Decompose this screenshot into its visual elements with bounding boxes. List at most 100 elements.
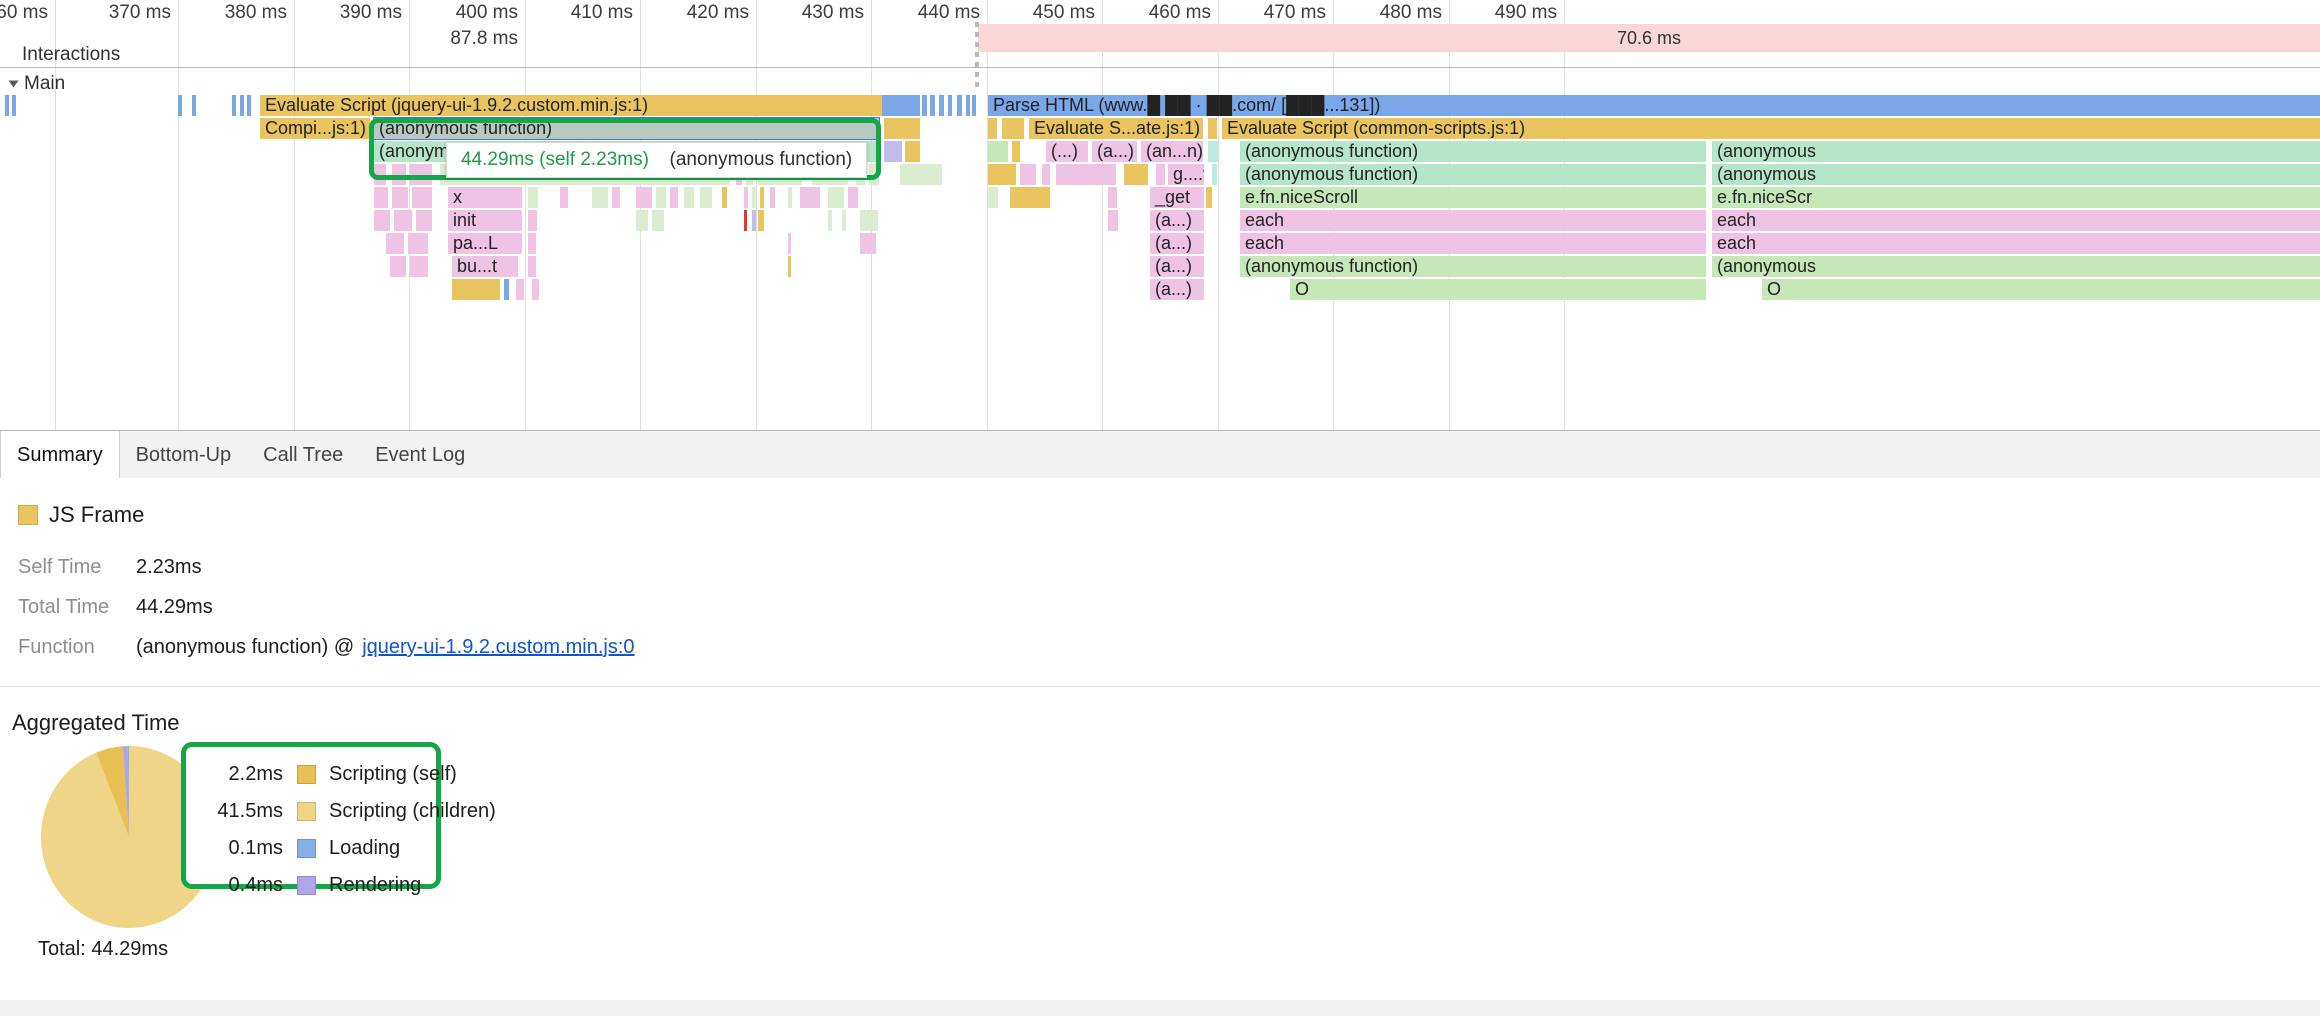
timeline-flamechart[interactable]: 360 ms 370 ms 380 ms 390 ms 400 ms 410 ms 420 …	[0, 0, 2320, 430]
chevron-down-icon[interactable]	[8, 80, 19, 88]
flame-bar[interactable]: (anonymous function)	[373, 117, 880, 140]
flame-bar[interactable]: Evaluate S...ate.js:1)	[1029, 118, 1203, 139]
flame-bar-sliver[interactable]	[392, 187, 408, 208]
flame-bar[interactable]: pa...L	[448, 233, 522, 254]
flame-bar-sliver[interactable]	[516, 279, 524, 300]
flame-bar-sliver[interactable]	[612, 187, 620, 208]
flame-bar-sliver[interactable]	[930, 95, 935, 116]
flame-bar-sliver[interactable]	[770, 187, 775, 208]
flame-bar-sliver[interactable]	[884, 141, 902, 162]
flame-bar-sliver[interactable]	[412, 187, 432, 208]
flame-bar[interactable]: (a...)	[1150, 256, 1204, 277]
flame-bar-sliver[interactable]	[247, 95, 251, 116]
flame-bar[interactable]: (a...)	[1150, 210, 1204, 231]
main-track-header[interactable]: Main	[8, 73, 65, 95]
flame-bar[interactable]: (anonymous function)	[1240, 256, 1706, 277]
flame-bar[interactable]: O	[1290, 279, 1706, 300]
flame-bar-sliver[interactable]	[905, 141, 920, 162]
flame-bar-sliver[interactable]	[842, 210, 846, 231]
flame-chart-rows[interactable]: Evaluate Script (jquery-ui-1.9.2.custom.…	[0, 95, 2320, 383]
flame-bar-sliver[interactable]	[416, 210, 432, 231]
flame-bar[interactable]: _get	[1150, 187, 1204, 208]
flame-bar-sliver[interactable]	[1208, 141, 1218, 162]
tab-summary[interactable]: Summary	[0, 431, 120, 480]
flame-bar-sliver[interactable]	[232, 95, 236, 116]
flame-bar-sliver[interactable]	[922, 95, 927, 116]
flame-bar[interactable]: (...)	[1046, 141, 1088, 162]
flame-bar[interactable]: (anonymous	[1712, 141, 2320, 162]
flame-bar[interactable]: (anonymous function)	[1240, 164, 1706, 185]
flame-bar-sliver[interactable]	[1108, 210, 1118, 231]
flame-bar-sliver[interactable]	[752, 210, 756, 231]
flame-bar-sliver[interactable]	[988, 187, 998, 208]
tab-event-log[interactable]: Event Log	[359, 431, 481, 479]
flame-bar[interactable]: each	[1240, 233, 1706, 254]
flame-bar[interactable]: (anonymous	[1712, 164, 2320, 185]
flame-bar-sliver[interactable]	[957, 95, 962, 116]
flame-bar-sliver[interactable]	[788, 233, 791, 254]
flame-bar-sliver[interactable]	[452, 279, 500, 300]
flame-bar-sliver[interactable]	[374, 210, 390, 231]
flame-bar-sliver[interactable]	[5, 95, 9, 116]
flame-bar-sliver[interactable]	[560, 187, 568, 208]
flame-bar-sliver[interactable]	[988, 164, 1016, 185]
flame-bar[interactable]: (a...)	[1092, 141, 1137, 162]
flame-bar[interactable]: Parse HTML (www.█ ██ · ██.com/ [███...13…	[988, 95, 2320, 116]
flame-bar-sliver[interactable]	[744, 187, 748, 208]
flame-bar[interactable]: O	[1762, 279, 2320, 300]
flame-bar[interactable]: g....ts	[1168, 164, 1204, 185]
flame-bar-sliver[interactable]	[410, 164, 432, 185]
flame-bar-sliver[interactable]	[528, 187, 538, 208]
flame-bar-sliver[interactable]	[532, 279, 539, 300]
flame-bar-sliver[interactable]	[988, 118, 997, 139]
flame-bar-sliver[interactable]	[636, 187, 652, 208]
flame-bar-sliver[interactable]	[848, 187, 858, 208]
flame-bar[interactable]: (an...n)	[1141, 141, 1203, 162]
flame-bar-sliver[interactable]	[12, 95, 16, 116]
flame-bar[interactable]: (a...)	[1150, 279, 1204, 300]
flame-bar[interactable]: Evaluate Script (common-scripts.js:1)	[1222, 118, 2320, 139]
flame-bar-sliver[interactable]	[394, 210, 412, 231]
flame-bar-sliver[interactable]	[240, 95, 244, 116]
flame-bar[interactable]: bu...t	[452, 256, 518, 277]
flame-bar[interactable]: (a...)	[1150, 233, 1204, 254]
flame-bar-sliver[interactable]	[504, 279, 509, 300]
flame-bar[interactable]: e.fn.niceScr	[1712, 187, 2320, 208]
flame-bar-sliver[interactable]	[1156, 164, 1165, 185]
flame-bar-sliver[interactable]	[374, 187, 388, 208]
flame-bar-sliver[interactable]	[788, 256, 791, 277]
flame-bar-sliver[interactable]	[636, 210, 648, 231]
flame-bar-sliver[interactable]	[1020, 164, 1036, 185]
flame-bar[interactable]: x	[448, 187, 522, 208]
flame-bar-sliver[interactable]	[860, 210, 878, 231]
flame-bar-sliver[interactable]	[884, 118, 920, 139]
flame-bar-sliver[interactable]	[700, 187, 712, 208]
flame-bar-sliver[interactable]	[1042, 164, 1050, 185]
flame-bar-sliver[interactable]	[386, 233, 404, 254]
flame-bar-sliver[interactable]	[390, 256, 406, 277]
flame-bar[interactable]: (anonymous	[1712, 256, 2320, 277]
flame-bar-sliver[interactable]	[408, 233, 428, 254]
flame-bar-sliver[interactable]	[900, 164, 942, 185]
flame-bar[interactable]: init	[448, 210, 522, 231]
flame-bar[interactable]: e.fn.niceScroll	[1240, 187, 1706, 208]
flame-bar-sliver[interactable]	[1124, 164, 1148, 185]
flame-bar-sliver[interactable]	[869, 164, 879, 185]
interaction-bar[interactable]: 70.6 ms	[978, 24, 2320, 52]
flame-bar-sliver[interactable]	[528, 233, 536, 254]
details-tabbar[interactable]: Summary Bottom-Up Call Tree Event Log	[0, 430, 2320, 480]
flame-bar-sliver[interactable]	[392, 164, 406, 185]
flame-bar-sliver[interactable]	[760, 187, 764, 208]
flame-bar-sliver[interactable]	[939, 95, 944, 116]
flame-bar-sliver[interactable]	[410, 256, 428, 277]
flame-bar-sliver[interactable]	[758, 210, 764, 231]
flame-bar[interactable]: each	[1240, 210, 1706, 231]
flame-bar-sliver[interactable]	[948, 95, 952, 116]
flame-bar-sliver[interactable]	[1012, 141, 1020, 162]
flame-bar-sliver[interactable]	[1206, 187, 1212, 208]
flame-bar-sliver[interactable]	[178, 95, 182, 116]
flame-bar-sliver[interactable]	[1010, 187, 1050, 208]
flame-bar-sliver[interactable]	[828, 210, 832, 231]
flame-bar-sliver[interactable]	[1002, 118, 1024, 139]
flame-bar-sliver[interactable]	[752, 187, 756, 208]
